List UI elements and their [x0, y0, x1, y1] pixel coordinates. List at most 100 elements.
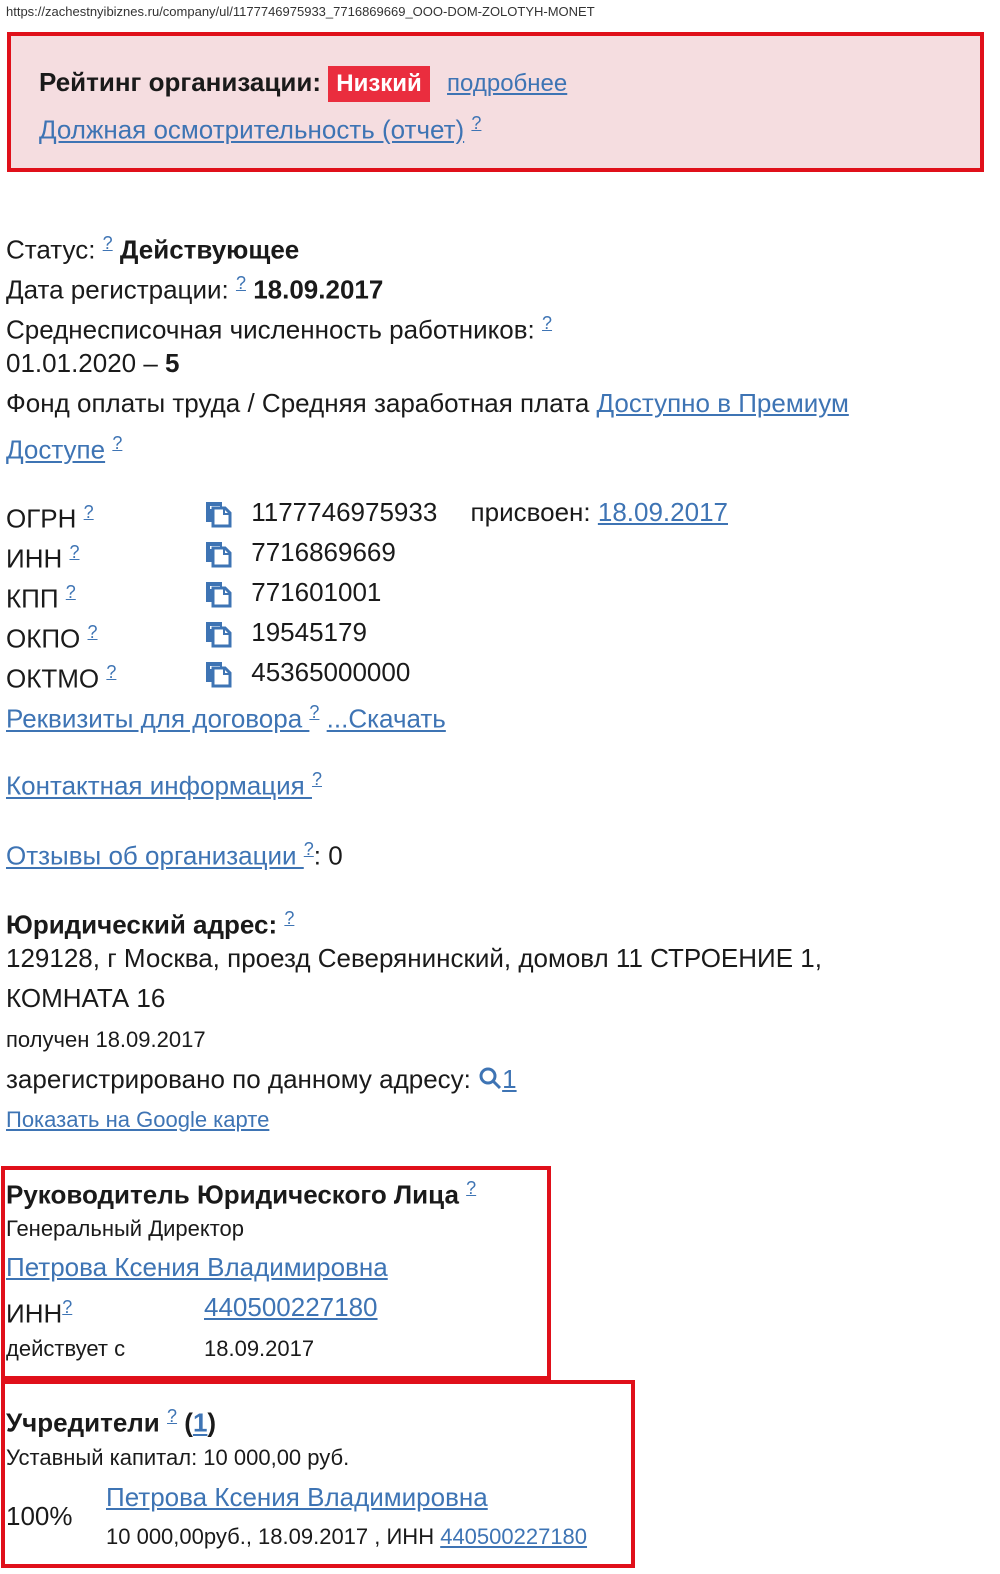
help-icon[interactable]: ?	[66, 582, 76, 602]
code-label-inn: ИНН ?	[6, 542, 80, 574]
head-inn-label: ИНН	[6, 1298, 63, 1329]
help-icon[interactable]: ?	[167, 1406, 177, 1426]
inn-value: 7716869669	[251, 537, 396, 567]
head-title-row: Руководитель Юридического Лица ?	[6, 1173, 476, 1210]
kpp-value: 771601001	[251, 577, 382, 607]
code-row-inn: 7716869669	[204, 537, 396, 568]
founder-name-link[interactable]: Петрова Ксения Владимировна	[106, 1482, 488, 1512]
download-link[interactable]: ...Скачать	[327, 704, 446, 734]
head-title: Руководитель Юридического Лица	[6, 1179, 459, 1210]
requisites-link[interactable]: Реквизиты для договора	[6, 704, 309, 734]
rating-panel: Рейтинг организации: Низкий подробнее До…	[7, 32, 984, 172]
founders-count-link[interactable]: 1	[193, 1408, 207, 1438]
address-registered-label: зарегистрировано по данному адресу:	[6, 1064, 471, 1094]
help-icon[interactable]: ?	[312, 769, 322, 789]
code-row-oktmo: 45365000000	[204, 657, 410, 688]
help-icon[interactable]: ?	[304, 839, 314, 859]
contacts-link[interactable]: Контактная информация	[6, 771, 312, 801]
code-label-okpo: ОКПО ?	[6, 622, 98, 654]
code-label-oktmo: ОКТМО ?	[6, 662, 117, 694]
ogrn-assigned-date[interactable]: 18.09.2017	[598, 497, 728, 527]
founder-share: 100%	[6, 1501, 73, 1531]
help-icon[interactable]: ?	[471, 113, 481, 133]
code-row-ogrn: 1177746975933 присвоен: 18.09.2017	[204, 497, 728, 528]
code-row-okpo: 19545179	[204, 617, 367, 648]
help-icon[interactable]: ?	[84, 502, 94, 522]
head-inn-label-row: ИНН?	[6, 1292, 72, 1329]
employees-date: 01.01.2020 –	[6, 348, 158, 378]
help-icon[interactable]: ?	[309, 702, 319, 722]
address-line-1: 129128, г Москва, проезд Северянинский, …	[6, 943, 822, 973]
help-icon[interactable]: ?	[542, 313, 552, 333]
reviews-count: : 0	[313, 840, 343, 871]
head-since-value: 18.09.2017	[204, 1336, 315, 1361]
help-icon[interactable]: ?	[466, 1178, 476, 1198]
map-row: Показать на Google карте	[6, 1107, 269, 1133]
address-title: Юридический адрес:	[6, 909, 278, 940]
due-diligence-link[interactable]: Должная осмотрительность (отчет)	[39, 115, 464, 145]
employees-value-row: 01.01.2020 – 5	[6, 348, 180, 378]
reviews-link[interactable]: Отзывы об организации	[6, 841, 304, 871]
copy-icon[interactable]	[204, 660, 232, 688]
head-name-row: Петрова Ксения Владимировна	[6, 1252, 388, 1282]
rating-label: Рейтинг организации:	[39, 67, 322, 97]
rating-more-link[interactable]: подробнее	[447, 70, 567, 97]
reg-date-row: Дата регистрации: ? 18.09.2017	[6, 268, 383, 305]
ogrn-value: 1177746975933	[251, 497, 438, 527]
status-label: Статус:	[6, 234, 96, 265]
help-icon[interactable]: ?	[62, 1297, 72, 1317]
help-icon[interactable]: ?	[88, 622, 98, 642]
address-line-2: КОМНАТА 16	[6, 983, 166, 1013]
address-title-row: Юридический адрес: ?	[6, 903, 294, 940]
help-icon[interactable]: ?	[69, 542, 79, 562]
founder-details: 10 000,00руб., 18.09.2017 , ИНН	[106, 1524, 435, 1549]
contacts-row: Контактная информация ?	[6, 764, 322, 801]
founders-capital: Уставный капитал: 10 000,00 руб.	[6, 1445, 350, 1470]
ogrn-assigned-label: присвоен:	[470, 497, 591, 527]
address-registered-row: зарегистрировано по данному адресу: 1	[6, 1064, 517, 1096]
head-position: Генеральный Директор	[6, 1216, 245, 1241]
browser-url[interactable]: https://zachestnyibiznes.ru/company/ul/1…	[6, 4, 595, 19]
payroll-label: Фонд оплаты труда / Средняя заработная п…	[6, 388, 590, 418]
copy-icon[interactable]	[204, 580, 232, 608]
rating-badge: Низкий	[328, 66, 430, 103]
okpo-value: 19545179	[251, 617, 367, 647]
help-icon[interactable]: ?	[112, 433, 122, 453]
head-inn-link[interactable]: 440500227180	[204, 1292, 378, 1322]
reg-date-label: Дата регистрации:	[6, 274, 229, 305]
head-since-label: действует с	[6, 1336, 126, 1361]
copy-icon[interactable]	[204, 620, 232, 648]
premium-link[interactable]: Доступно в Премиум	[597, 388, 849, 418]
code-label-kpp: КПП ?	[6, 582, 76, 614]
founders-title-row: Учредители ? (1)	[6, 1406, 217, 1438]
employees-row: Среднесписочная численность работников: …	[6, 308, 552, 345]
search-icon[interactable]	[478, 1066, 502, 1096]
founder-inn-link[interactable]: 440500227180	[440, 1524, 587, 1549]
head-name-link[interactable]: Петрова Ксения Владимировна	[6, 1252, 388, 1282]
requisites-row: Реквизиты для договора ? ...Скачать	[6, 697, 446, 734]
status-value: Действующее	[119, 234, 300, 265]
google-map-link[interactable]: Показать на Google карте	[6, 1107, 269, 1132]
status-row: Статус: ? Действующее	[6, 228, 299, 265]
head-inn-value-row: 440500227180	[204, 1292, 378, 1322]
oktmo-value: 45365000000	[251, 657, 411, 687]
reg-date-value: 18.09.2017	[253, 274, 384, 305]
code-label-ogrn: ОГРН ?	[6, 502, 94, 534]
copy-icon[interactable]	[204, 540, 232, 568]
employees-label: Среднесписочная численность работников:	[6, 314, 535, 345]
code-row-kpp: 771601001	[204, 577, 381, 608]
help-icon[interactable]: ?	[236, 273, 246, 293]
payroll-row-2: Доступе ?	[6, 428, 122, 465]
founder-name-row: Петрова Ксения Владимировна	[106, 1482, 488, 1512]
help-icon[interactable]: ?	[284, 908, 294, 928]
registered-count-link[interactable]: 1	[502, 1064, 516, 1094]
founders-title: Учредители	[6, 1407, 160, 1438]
premium-link-cont[interactable]: Доступе	[6, 435, 105, 465]
reviews-row: Отзывы об организации ?: 0	[6, 834, 343, 871]
help-icon[interactable]: ?	[106, 662, 116, 682]
address-received: получен 18.09.2017	[6, 1027, 206, 1052]
founder-details-row: 10 000,00руб., 18.09.2017 , ИНН 44050022…	[106, 1524, 587, 1550]
help-icon[interactable]: ?	[103, 233, 113, 253]
payroll-row: Фонд оплаты труда / Средняя заработная п…	[6, 388, 849, 418]
copy-icon[interactable]	[204, 500, 232, 528]
